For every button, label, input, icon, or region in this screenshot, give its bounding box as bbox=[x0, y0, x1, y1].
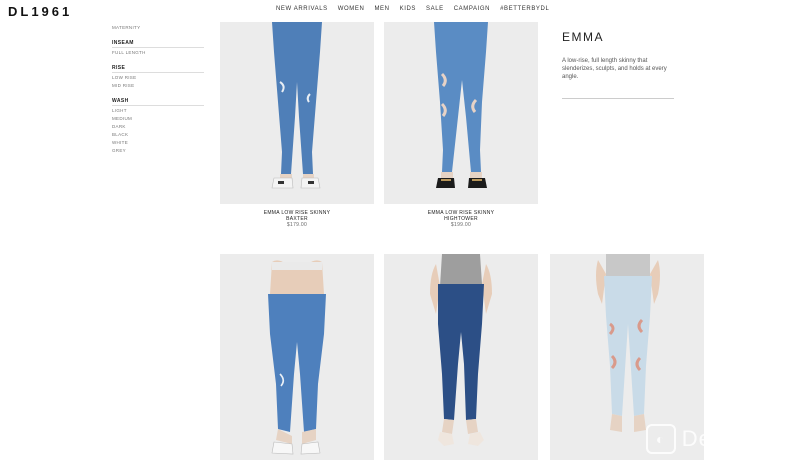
filter-full-length[interactable]: FULL LENGTH bbox=[112, 49, 204, 57]
filter-low-rise[interactable]: LOW RISE bbox=[112, 74, 204, 82]
filter-group-rise: RISE bbox=[112, 65, 126, 71]
nav-men[interactable]: MEN bbox=[374, 6, 389, 12]
product-image-4[interactable] bbox=[384, 254, 538, 460]
divider bbox=[562, 98, 674, 99]
main-nav: NEW ARRIVALS WOMEN MEN KIDS SALE CAMPAIG… bbox=[276, 6, 559, 12]
product-image-hightower[interactable] bbox=[384, 22, 538, 204]
dealmoon-watermark: ◐ DealMoon bbox=[645, 424, 790, 454]
divider bbox=[112, 47, 204, 48]
filter-grey[interactable]: GREY bbox=[112, 147, 204, 155]
filter-group-wash: WASH bbox=[112, 98, 129, 104]
filter-light[interactable]: LIGHT bbox=[112, 107, 204, 115]
filter-white[interactable]: WHITE bbox=[112, 139, 204, 147]
filter-medium[interactable]: MEDIUM bbox=[112, 115, 204, 123]
collection-description: A low-rise, full length skinny that slen… bbox=[562, 58, 667, 80]
product-caption-hightower[interactable]: EMMA LOW RISE SKINNY HIGHTOWER $199.00 bbox=[384, 210, 538, 228]
filter-sidebar: MATERNITY INSEAM FULL LENGTH RISE LOW RI… bbox=[112, 24, 204, 155]
dealmoon-logo-icon: ◐ bbox=[645, 424, 676, 454]
filter-maternity[interactable]: MATERNITY bbox=[112, 24, 204, 32]
filter-black[interactable]: BLACK bbox=[112, 131, 204, 139]
nav-new-arrivals[interactable]: NEW ARRIVALS bbox=[276, 6, 328, 12]
watermark-text: DealMoon bbox=[681, 426, 790, 451]
product-image-baxter[interactable] bbox=[220, 22, 374, 204]
nav-campaign[interactable]: CAMPAIGN bbox=[454, 6, 490, 12]
nav-sale[interactable]: SALE bbox=[426, 6, 444, 12]
product-caption-baxter[interactable]: EMMA LOW RISE SKINNY BAXTER $179.00 bbox=[220, 210, 374, 228]
brand-logo[interactable]: DL1961 bbox=[8, 4, 72, 19]
product-price: $179.00 bbox=[286, 222, 308, 228]
filter-group-inseam: INSEAM bbox=[112, 40, 134, 46]
collection-title: EMMA bbox=[562, 30, 604, 44]
divider bbox=[112, 105, 204, 106]
filter-mid-rise[interactable]: MID RISE bbox=[112, 82, 204, 90]
product-image-3[interactable] bbox=[220, 254, 374, 460]
divider bbox=[112, 72, 204, 73]
product-price: $199.00 bbox=[450, 222, 472, 228]
filter-dark[interactable]: DARK bbox=[112, 123, 204, 131]
nav-women[interactable]: WOMEN bbox=[338, 6, 365, 12]
nav-betterbydl[interactable]: #BETTERBYDL bbox=[500, 6, 549, 12]
nav-kids[interactable]: KIDS bbox=[400, 6, 416, 12]
